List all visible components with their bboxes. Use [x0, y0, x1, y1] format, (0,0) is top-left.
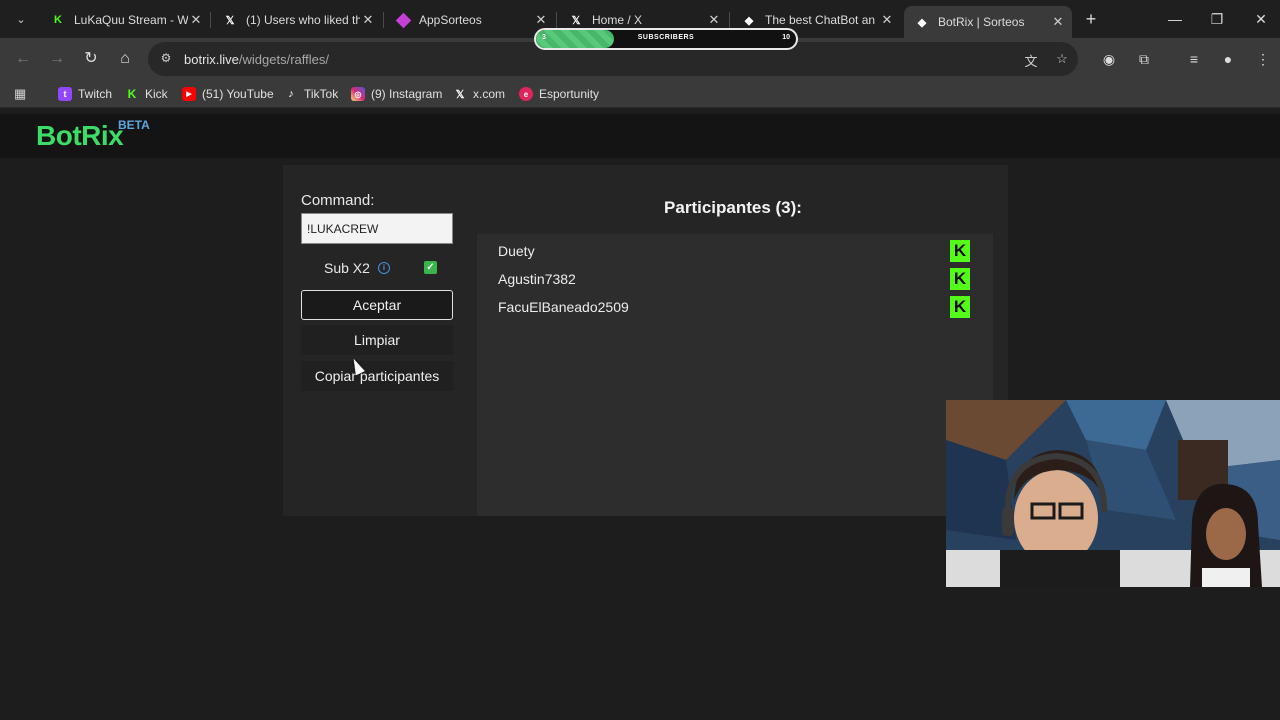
tab-separator: [210, 12, 211, 28]
kick-icon: K: [950, 296, 970, 318]
tiktok-icon: ♪: [288, 88, 294, 100]
close-icon[interactable]: ✕: [360, 12, 376, 28]
botrix-icon: ◆: [917, 16, 927, 29]
beta-badge: BETA: [118, 118, 150, 132]
close-icon[interactable]: ✕: [533, 12, 549, 28]
profile-avatar-icon[interactable]: ●: [1217, 48, 1239, 70]
webcam-image: [946, 400, 1280, 587]
tab-lukaquu-stream[interactable]: K LuKaQuu Stream - W ✕: [40, 6, 210, 34]
tab-separator: [556, 12, 557, 28]
raffle-panel: Command: Sub X2 i ✓ Aceptar Limpiar Copi…: [283, 165, 1008, 516]
bookmark-youtube[interactable]: ▶ (51) YouTube: [182, 85, 274, 103]
kick-icon: K: [950, 268, 970, 290]
new-tab-plus-icon[interactable]: +: [1080, 8, 1102, 30]
participants-title: Participantes (3):: [664, 198, 802, 217]
botrix-icon: ◆: [744, 14, 754, 27]
sub-x2-checkbox[interactable]: ✓: [424, 261, 437, 274]
bookmark-tiktok[interactable]: ♪ TikTok: [284, 85, 338, 103]
close-icon[interactable]: ✕: [706, 12, 722, 28]
bookmark-star-icon[interactable]: ☆: [1053, 51, 1071, 69]
participant-name: FacuElBaneado2509: [498, 299, 629, 315]
site-header: BotRix BETA: [0, 114, 1280, 158]
tab-separator: [383, 12, 384, 28]
url-text[interactable]: botrix.live/widgets/raffles/: [184, 52, 329, 67]
sub-x2-row: Sub X2 i: [324, 260, 390, 276]
kick-icon: K: [127, 87, 137, 101]
tab-botrix-sorteos[interactable]: ◆ BotRix | Sorteos ✕: [904, 6, 1072, 38]
subscribers-label: SUBSCRIBERS: [637, 34, 695, 41]
x-icon: 𝕏: [455, 88, 465, 101]
kick-icon: K: [54, 14, 62, 26]
site-info-icon[interactable]: ⚙: [158, 51, 174, 67]
close-icon[interactable]: ✕: [879, 12, 895, 28]
minimize-icon[interactable]: —: [1160, 8, 1190, 30]
esportunity-icon: e: [519, 87, 533, 101]
bookmark-kick[interactable]: K Kick: [125, 85, 168, 103]
window-close-icon[interactable]: ✕: [1246, 8, 1276, 30]
home-icon[interactable]: ⌂: [114, 48, 136, 70]
bookmark-twitch[interactable]: t Twitch: [58, 85, 112, 103]
subscribers-goal-bar: 3 SUBSCRIBERS 10: [534, 28, 798, 50]
menu-kebab-icon[interactable]: ⋮: [1252, 48, 1274, 70]
reload-icon[interactable]: ↻: [80, 48, 102, 70]
bookmarks-bar: ▦ t Twitch K Kick ▶ (51) YouTube ♪ TikTo…: [0, 80, 1280, 108]
botrix-logo[interactable]: BotRix: [36, 120, 124, 152]
close-icon[interactable]: ✕: [188, 12, 204, 28]
back-arrow-icon[interactable]: ←: [12, 48, 34, 70]
participant-name: Duety: [498, 243, 535, 259]
appsorteos-icon: [395, 12, 411, 28]
instagram-icon: ◎: [351, 87, 365, 101]
accept-button[interactable]: Aceptar: [301, 290, 453, 320]
webcam-overlay: [946, 400, 1280, 587]
x-icon: 𝕏: [225, 14, 235, 27]
copy-participants-button[interactable]: Copiar participantes: [301, 361, 453, 391]
youtube-icon: ▶: [182, 87, 196, 101]
bookmark-esportunity[interactable]: e Esportunity: [519, 85, 599, 103]
forward-arrow-icon[interactable]: →: [46, 48, 68, 70]
kick-icon: K: [950, 240, 970, 262]
twitch-icon: t: [58, 87, 72, 101]
list-item: FacuElBaneado2509 K: [498, 296, 978, 318]
participant-name: Agustin7382: [498, 271, 576, 287]
list-item: Duety K: [498, 240, 978, 262]
list-item: Agustin7382 K: [498, 268, 978, 290]
command-label: Command:: [301, 192, 375, 209]
clear-button[interactable]: Limpiar: [301, 325, 453, 355]
info-icon[interactable]: i: [377, 262, 390, 274]
bookmark-x[interactable]: 𝕏 x.com: [453, 85, 505, 103]
extensions-puzzle-icon[interactable]: ⧉: [1133, 48, 1155, 70]
participants-list: Duety K Agustin7382 K FacuElBaneado2509 …: [477, 234, 993, 516]
close-icon[interactable]: ✕: [1050, 14, 1066, 30]
apps-grid-icon[interactable]: ▦: [14, 86, 30, 102]
bookmark-instagram[interactable]: ◎ (9) Instagram: [351, 85, 442, 103]
tab-search-chevron-icon[interactable]: ⌄: [10, 8, 32, 30]
media-control-icon[interactable]: ≡: [1183, 48, 1205, 70]
restore-icon[interactable]: ❐: [1202, 8, 1232, 30]
x-icon: 𝕏: [571, 14, 581, 27]
command-input[interactable]: [301, 213, 453, 244]
tab-appsorteos[interactable]: AppSorteos ✕: [385, 6, 555, 34]
extension-icon[interactable]: ◉: [1098, 48, 1120, 70]
sub-x2-label: Sub X2: [324, 260, 370, 276]
subscribers-goal: 10: [782, 34, 790, 41]
translate-icon[interactable]: 文: [1022, 51, 1040, 69]
tab-users-who-liked[interactable]: 𝕏 (1) Users who liked th ✕: [212, 6, 382, 34]
tab-separator: [729, 12, 730, 28]
